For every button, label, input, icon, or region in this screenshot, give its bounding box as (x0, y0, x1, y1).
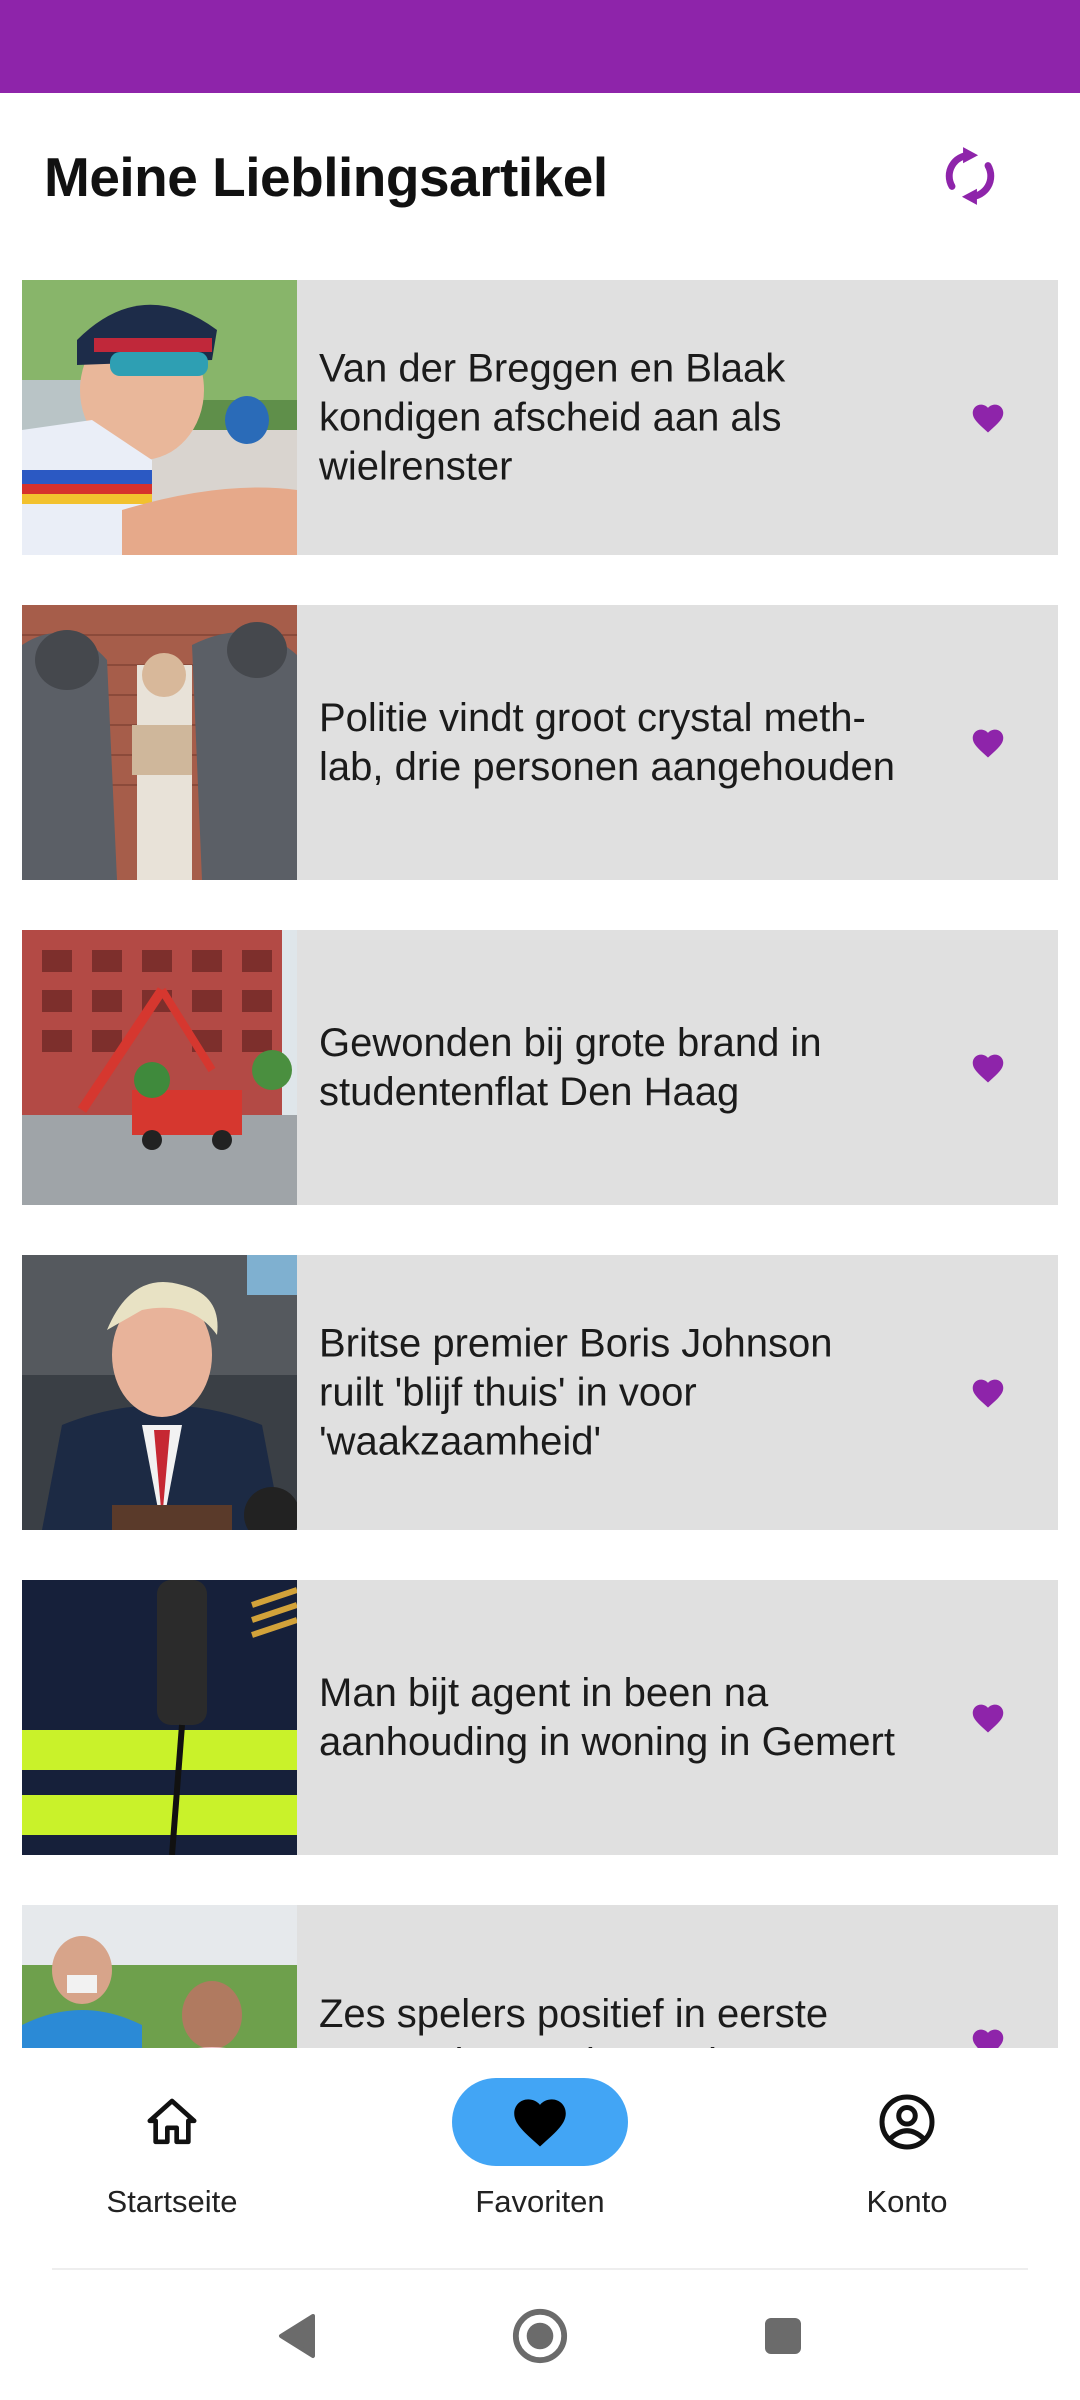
system-back-button[interactable] (267, 2306, 327, 2366)
system-navigation-bar (0, 2270, 1080, 2400)
article-thumbnail (22, 930, 297, 1205)
refresh-icon (945, 147, 995, 205)
bottom-navigation: Startseite Favoriten Konto (0, 2048, 1080, 2270)
heart-icon (972, 1054, 1004, 1083)
favorites-list[interactable]: Van der Breggen en Blaak kondigen afsche… (0, 276, 1080, 2048)
article-title[interactable]: Politie vindt groot crystal meth-lab, dr… (319, 694, 899, 792)
article-thumbnail (22, 1905, 297, 2048)
app-header: Meine Lieblingsartikel (0, 93, 1080, 276)
nav-label: Konto (866, 2184, 948, 2219)
article-card[interactable]: Britse premier Boris Johnson ruilt 'blij… (22, 1255, 1058, 1530)
favorite-button[interactable] (968, 723, 1008, 763)
article-card[interactable]: Politie vindt groot crystal meth-lab, dr… (22, 605, 1058, 880)
page-title: Meine Lieblingsartikel (44, 146, 608, 208)
article-title[interactable]: Zes spelers positief in eerste testronde… (319, 1990, 899, 2048)
favorite-button[interactable] (968, 2023, 1008, 2048)
article-title[interactable]: Gewonden bij grote brand in studentenfla… (319, 1019, 899, 1117)
heart-icon (972, 1704, 1004, 1733)
favorite-button[interactable] (968, 1048, 1008, 1088)
nav-item-favoriten[interactable]: Favoriten (420, 2078, 660, 2248)
heart-icon (972, 404, 1004, 433)
article-card[interactable]: Van der Breggen en Blaak kondigen afsche… (22, 280, 1058, 555)
heart-icon (972, 1379, 1004, 1408)
status-bar (0, 0, 1080, 93)
nav-label: Startseite (106, 2184, 238, 2219)
article-thumbnail (22, 1580, 297, 1855)
home-circle-icon (512, 2308, 568, 2364)
recents-icon (765, 2318, 801, 2354)
article-title[interactable]: Britse premier Boris Johnson ruilt 'blij… (319, 1319, 899, 1466)
heart-icon (514, 2099, 566, 2147)
favorite-button[interactable] (968, 398, 1008, 438)
favorite-button[interactable] (968, 1373, 1008, 1413)
system-recents-button[interactable] (753, 2306, 813, 2366)
heart-icon (972, 2029, 1004, 2048)
article-title[interactable]: Man bijt agent in been na aanhouding in … (319, 1669, 899, 1767)
article-thumbnail (22, 1255, 297, 1530)
article-card[interactable]: Zes spelers positief in eerste testronde… (22, 1905, 1058, 2048)
nav-item-startseite[interactable]: Startseite (52, 2078, 292, 2248)
home-icon (147, 2098, 197, 2145)
nav-label: Favoriten (475, 2184, 605, 2219)
article-title[interactable]: Van der Breggen en Blaak kondigen afsche… (319, 344, 899, 491)
back-icon (279, 2314, 315, 2358)
system-home-button[interactable] (510, 2306, 570, 2366)
article-card[interactable]: Gewonden bij grote brand in studentenfla… (22, 930, 1058, 1205)
nav-item-konto[interactable]: Konto (787, 2078, 1027, 2248)
article-card[interactable]: Man bijt agent in been na aanhouding in … (22, 1580, 1058, 1855)
heart-icon (972, 729, 1004, 758)
favorite-button[interactable] (968, 1698, 1008, 1738)
refresh-button[interactable] (937, 143, 1003, 209)
account-circle-icon (879, 2094, 935, 2150)
article-thumbnail (22, 605, 297, 880)
article-thumbnail (22, 280, 297, 555)
